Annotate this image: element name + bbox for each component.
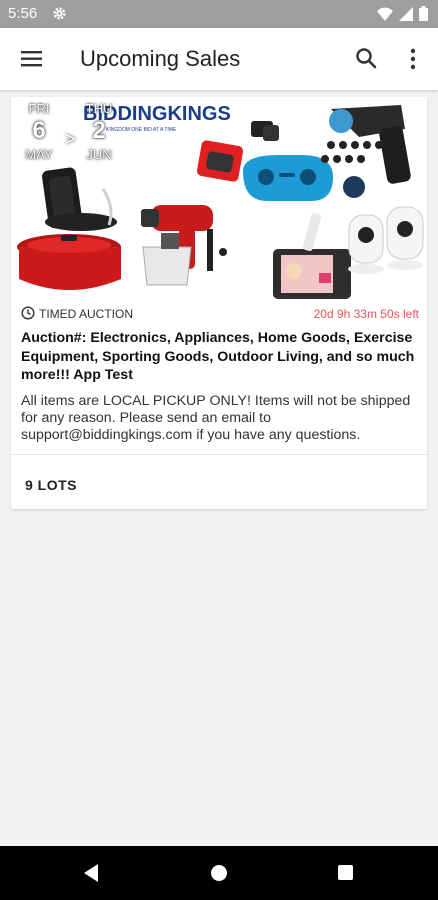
start-day: 6 — [32, 117, 46, 144]
page-title: Upcoming Sales — [80, 46, 241, 71]
back-icon[interactable] — [82, 863, 100, 888]
divider — [11, 454, 427, 455]
sale-dates: FRI 6 MAY > THU 2 JUN — [19, 101, 137, 181]
menu-icon[interactable] — [20, 48, 44, 70]
time-left: 20d 9h 33m 50s left — [313, 307, 419, 321]
signal-icon — [399, 6, 413, 26]
auction-meta: TIMED AUCTION 20d 9h 33m 50s left — [21, 306, 419, 324]
lots-link[interactable]: 9 LOTS — [25, 477, 77, 493]
status-time: 5:56 — [8, 5, 38, 22]
recents-icon[interactable] — [338, 865, 353, 880]
auction-description: All items are LOCAL PICKUP ONLY! Items w… — [21, 393, 411, 443]
more-vert-icon[interactable] — [403, 46, 423, 72]
date-separator: > — [65, 129, 76, 149]
auction-type: TIMED AUCTION — [39, 307, 134, 321]
home-icon[interactable] — [211, 865, 227, 881]
end-month: JUN — [86, 147, 112, 162]
start-date: FRI 6 MAY — [19, 101, 59, 162]
status-bar: 5:56 — [0, 0, 438, 28]
battery-icon — [419, 6, 428, 26]
start-dow: FRI — [28, 101, 50, 116]
gear-icon — [52, 6, 67, 26]
end-dow: THU — [85, 101, 113, 116]
app-bar: Upcoming Sales — [0, 28, 438, 90]
search-icon[interactable] — [354, 46, 380, 72]
wifi-icon — [377, 7, 393, 26]
end-date: THU 2 JUN — [79, 101, 119, 162]
sale-image[interactable]: BIDDINGKINGS KINGDOM ONE BID AT A TIME F… — [11, 97, 427, 301]
sale-card[interactable]: BIDDINGKINGS KINGDOM ONE BID AT A TIME F… — [11, 97, 427, 509]
auction-title[interactable]: Auction#: Electronics, Appliances, Home … — [21, 329, 421, 385]
clock-icon — [21, 306, 35, 325]
start-month: MAY — [25, 147, 53, 162]
system-nav-bar — [0, 846, 438, 900]
end-day: 2 — [92, 117, 106, 144]
